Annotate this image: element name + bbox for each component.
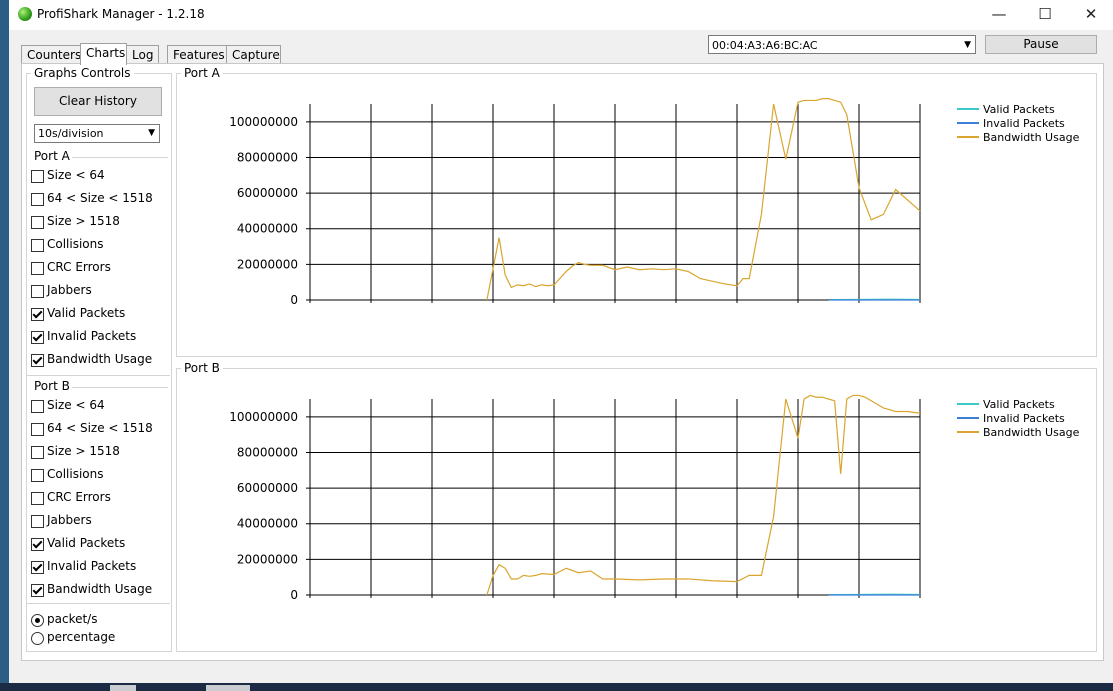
port-a-label: Port A [34, 149, 70, 163]
checkbox-box [31, 446, 44, 459]
checkbox-label: Valid Packets [47, 306, 126, 320]
series-line-bandwidth-usage [486, 394, 921, 596]
series-line-bandwidth-usage [486, 98, 921, 301]
checkbox-box [31, 423, 44, 436]
y-tick-label: 0 [290, 293, 298, 307]
desktop-edge [0, 0, 9, 691]
checkbox-box [31, 538, 44, 551]
port-b-chart-title: Port B [181, 361, 223, 375]
checkbox-box [31, 492, 44, 505]
pause-button[interactable]: Pause [985, 35, 1097, 54]
checkbox-label: Jabbers [47, 513, 92, 527]
checkbox-label: Size < 64 [47, 168, 105, 182]
checkbox-box [31, 170, 44, 183]
y-tick-label: 20000000 [237, 257, 298, 271]
app-window: ProfiShark Manager - 1.2.18 — ☐ ✕ Counte… [9, 0, 1113, 683]
checkbox-box [31, 584, 44, 597]
checkbox-label: Size < 64 [47, 398, 105, 412]
legend-label: Bandwidth Usage [983, 131, 1080, 144]
tab-features[interactable]: Features [167, 45, 227, 64]
legend-label: Valid Packets [983, 103, 1055, 116]
y-tick-label: 20000000 [237, 552, 298, 566]
port-b-chart: 0 20000000 40000000 60000000 80000000 1000000… [229, 394, 1080, 602]
checkbox-box [31, 331, 44, 344]
checkbox-label: Size > 1518 [47, 214, 120, 228]
port-a-chart-title: Port A [181, 66, 223, 80]
radio-label: percentage [47, 630, 116, 644]
checkbox-box [31, 354, 44, 367]
y-tick-label: 60000000 [237, 481, 298, 495]
checkbox-box [31, 561, 44, 574]
checkbox-label: CRC Errors [47, 490, 111, 504]
checkbox-box [31, 193, 44, 206]
radio-dot [31, 632, 44, 645]
checkbox-box [31, 262, 44, 275]
port-a-divider [72, 157, 168, 158]
checkbox-label: 64 < Size < 1518 [47, 191, 153, 205]
tab-log[interactable]: Log [126, 45, 159, 64]
legend-label: Valid Packets [983, 398, 1055, 411]
port-a-chart: 0 20000000 40000000 60000000 80000000 1000000… [229, 98, 1080, 307]
checkbox-box [31, 216, 44, 229]
checkbox-label: Collisions [47, 467, 104, 481]
tab-charts[interactable]: Charts [80, 43, 127, 65]
clear-history-button[interactable]: Clear History [34, 87, 162, 116]
y-tick-label: 100000000 [229, 115, 298, 129]
maximize-icon[interactable]: ☐ [1022, 0, 1068, 30]
y-tick-label: 100000000 [229, 410, 298, 424]
checkbox-box [31, 515, 44, 528]
checkbox-label: Collisions [47, 237, 104, 251]
checkbox-label: Valid Packets [47, 536, 126, 550]
checkbox-label: Bandwidth Usage [47, 352, 153, 366]
charts-tab-page: Graphs Controls Clear History 10s/divisi… [21, 63, 1104, 661]
close-icon[interactable]: ✕ [1068, 0, 1113, 30]
radio-dot [31, 614, 44, 627]
legend-label: Invalid Packets [983, 412, 1065, 425]
port-b-divider [72, 387, 168, 388]
checkbox-box [31, 285, 44, 298]
y-tick-label: 80000000 [237, 445, 298, 459]
checkbox-label: CRC Errors [47, 260, 111, 274]
graphs-controls-title: Graphs Controls [31, 66, 134, 80]
radio-label: packet/s [47, 612, 98, 626]
taskbar-item[interactable] [206, 685, 250, 691]
title-bar: ProfiShark Manager - 1.2.18 — ☐ ✕ [9, 0, 1113, 30]
port-b-top-divider [26, 375, 170, 376]
checkbox-label: Invalid Packets [47, 329, 137, 343]
checkbox-box [31, 469, 44, 482]
tab-capture[interactable]: Capture [226, 45, 281, 64]
y-tick-label: 40000000 [237, 517, 298, 531]
minimize-icon[interactable]: — [976, 0, 1022, 30]
division-select-value: 10s/division [38, 127, 104, 140]
y-tick-label: 60000000 [237, 186, 298, 200]
device-select[interactable]: 00:04:A3:A6:BC:AC ▼ [708, 35, 976, 54]
legend-label: Invalid Packets [983, 117, 1065, 130]
division-select[interactable]: 10s/division ▼ [34, 124, 160, 143]
units-divider [26, 603, 170, 604]
y-tick-label: 80000000 [237, 150, 298, 164]
checkbox-box [31, 308, 44, 321]
checkbox-box [31, 400, 44, 413]
legend-label: Bandwidth Usage [983, 426, 1080, 439]
y-tick-label: 40000000 [237, 222, 298, 236]
y-tick-label: 0 [290, 588, 298, 602]
taskbar-item[interactable] [110, 685, 136, 691]
device-select-value: 00:04:A3:A6:BC:AC [712, 39, 818, 52]
tab-counters[interactable]: Counters [21, 45, 82, 64]
app-icon [18, 7, 32, 21]
checkbox-label: Jabbers [47, 283, 92, 297]
chevron-down-icon: ▼ [148, 128, 155, 138]
taskbar [0, 683, 1113, 691]
window-title: ProfiShark Manager - 1.2.18 [37, 7, 205, 21]
checkbox-label: Invalid Packets [47, 559, 137, 573]
chevron-down-icon: ▼ [964, 40, 971, 50]
checkbox-label: 64 < Size < 1518 [47, 421, 153, 435]
checkbox-label: Size > 1518 [47, 444, 120, 458]
checkbox-label: Bandwidth Usage [47, 582, 153, 596]
port-b-label: Port B [34, 379, 70, 393]
checkbox-box [31, 239, 44, 252]
